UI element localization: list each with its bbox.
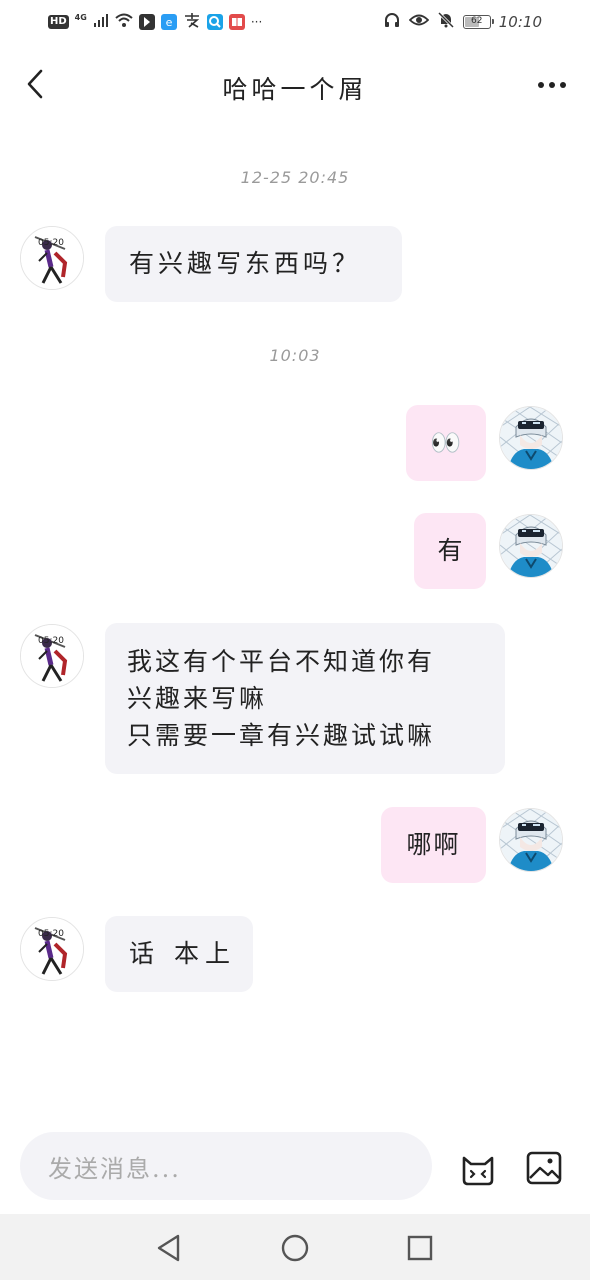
nav-back-button[interactable] <box>151 1230 187 1266</box>
search-app-icon <box>206 14 223 30</box>
more-dot <box>560 82 566 88</box>
triangle-back-icon <box>157 1234 180 1262</box>
incoming-message[interactable]: 我这有个平台不知道你有 兴趣来写嘛 只需要一章有兴趣试试嘛 <box>105 623 505 774</box>
avatar-label: 05:20 <box>38 929 64 939</box>
status-time: 10:10 <box>498 13 542 31</box>
status-left: HD 4G e ··· <box>48 11 262 33</box>
battery-icon: 62 <box>462 15 494 29</box>
message-timestamp: 12-25 20:45 <box>240 168 350 187</box>
image-button[interactable] <box>524 1150 564 1186</box>
message-input[interactable]: 发送消息... <box>20 1132 432 1200</box>
nav-home-button[interactable] <box>277 1230 313 1266</box>
reader-app-icon <box>228 14 245 30</box>
user-avatar[interactable] <box>499 514 563 578</box>
chat-header: 哈哈一个屑 <box>0 44 590 126</box>
more-dot <box>549 82 555 88</box>
contact-avatar[interactable]: 05:20 <box>20 226 84 290</box>
image-icon <box>526 1151 562 1185</box>
headphones-icon <box>383 11 401 33</box>
emoji-button[interactable] <box>458 1148 498 1188</box>
alipay-icon <box>183 11 201 33</box>
cat-face-icon <box>462 1156 494 1186</box>
svg-text:e: e <box>165 16 172 29</box>
circle-home-icon <box>281 1234 309 1262</box>
more-dots-icon <box>538 82 544 88</box>
stick-figure-avatar-image: 05:20 <box>21 918 83 980</box>
app-notification-icon <box>138 14 155 30</box>
avatar-label: 05:20 <box>38 238 64 248</box>
message-timestamp: 10:03 <box>269 346 321 365</box>
status-bar: HD 4G e ··· 62 10:10 <box>0 0 590 44</box>
network-type: 4G <box>74 12 87 22</box>
contact-avatar[interactable]: 05:20 <box>20 624 84 688</box>
incoming-message[interactable]: 话 本上 <box>105 916 253 992</box>
eye-icon <box>408 12 430 32</box>
page-title: 哈哈一个屑 <box>222 75 368 104</box>
wifi-icon <box>115 12 133 32</box>
system-nav-bar <box>0 1214 590 1280</box>
mute-bell-icon <box>437 11 455 33</box>
message-input-placeholder: 发送消息... <box>48 1154 181 1183</box>
more-notifications-icon: ··· <box>250 15 263 29</box>
incoming-message[interactable]: 有兴趣写东西吗？ <box>105 226 402 302</box>
anime-character-avatar-image <box>500 407 562 469</box>
stick-figure-avatar-image: 05:20 <box>21 227 83 289</box>
avatar-label: 05:20 <box>38 636 64 646</box>
more-options-button[interactable] <box>532 70 572 100</box>
signal-icon <box>93 12 109 32</box>
outgoing-message[interactable]: 有 <box>414 513 486 589</box>
battery-level: 62 <box>471 16 483 26</box>
contact-avatar[interactable]: 05:20 <box>20 917 84 981</box>
outgoing-message[interactable]: 哪啊 <box>381 807 486 883</box>
square-recents-icon <box>407 1235 433 1261</box>
anime-character-avatar-image <box>500 515 562 577</box>
nav-recents-button[interactable] <box>402 1230 438 1266</box>
status-right: 62 10:10 <box>383 11 542 33</box>
stick-figure-avatar-image: 05:20 <box>21 625 83 687</box>
user-avatar[interactable] <box>499 406 563 470</box>
outgoing-message[interactable]: 👀 <box>406 405 486 481</box>
user-avatar[interactable] <box>499 808 563 872</box>
anime-character-avatar-image <box>500 809 562 871</box>
browser-app-icon: e <box>160 14 177 30</box>
hd-indicator: HD <box>48 15 69 29</box>
